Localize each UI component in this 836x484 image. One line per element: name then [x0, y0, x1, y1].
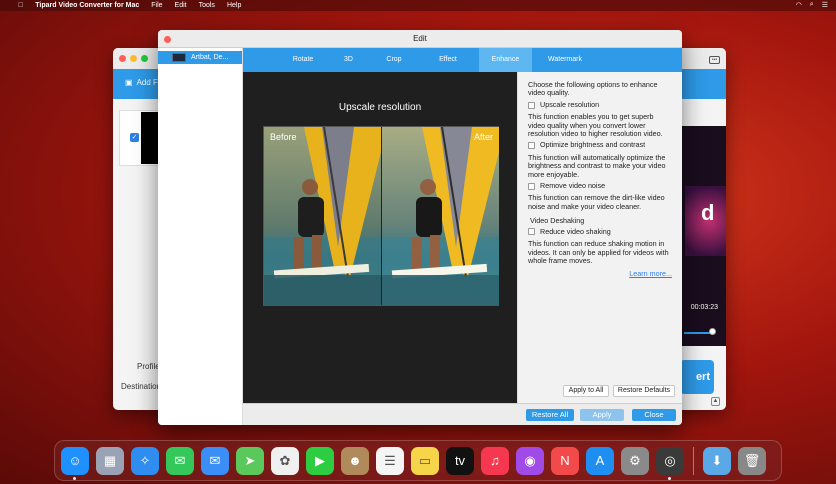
optimize-brightness-option[interactable]: Optimize brightness and contrast [528, 141, 672, 149]
optimize-brightness-checkbox[interactable] [528, 142, 535, 150]
notes-icon[interactable]: ▭ [411, 446, 439, 475]
video-converter-icon[interactable]: ◎ [656, 446, 684, 480]
menu-edit[interactable]: Edit [175, 2, 187, 9]
learn-more-link[interactable]: Learn more... [528, 269, 672, 278]
restore-all-button[interactable]: Restore All [526, 409, 574, 421]
upscale-resolution-desc: This function enables you to get superb … [528, 112, 663, 139]
safari-icon[interactable]: ✧ [131, 446, 159, 475]
menu-file[interactable]: File [151, 2, 162, 9]
remove-noise-label: Remove video noise [540, 181, 606, 191]
news-icon[interactable]: N [551, 446, 579, 475]
edit-file-item[interactable]: Artbat, De... [158, 51, 242, 64]
remove-noise-option[interactable]: Remove video noise [528, 181, 672, 191]
edit-file-label: Artbat, De... [191, 54, 229, 61]
zoom-window-button[interactable] [141, 55, 148, 62]
file-checkbox[interactable]: ✓ [130, 133, 139, 142]
tab-3d[interactable]: 3D [326, 48, 371, 72]
menu-tools[interactable]: Tools [199, 2, 215, 9]
file-thumbnail [172, 53, 186, 62]
destination-label: Destination [121, 382, 162, 391]
contacts-icon[interactable]: ☻ [341, 446, 369, 475]
wifi-icon[interactable]: ◠ [796, 1, 802, 9]
before-after-comparison: Before After [263, 126, 499, 306]
before-image: Before [264, 127, 381, 305]
convert-button[interactable]: ert [680, 360, 714, 394]
photos-icon[interactable]: ✿ [271, 446, 299, 475]
close-button[interactable]: Close [632, 409, 676, 421]
edit-tabs: Rotate 3D Crop Effect Enhance Watermark [243, 48, 682, 72]
edit-footer: Restore All Apply Close [243, 403, 682, 425]
stage-heading: Upscale resolution [338, 102, 422, 113]
facetime-icon[interactable]: ▶ [306, 446, 334, 475]
upscale-resolution-label: Upscale resolution [540, 99, 600, 109]
windsurfer-image-before [264, 127, 381, 305]
app-name-menu[interactable]: Tipard Video Converter for Mac [35, 2, 139, 9]
tab-rotate[interactable]: Rotate [280, 48, 326, 72]
upscale-resolution-checkbox[interactable] [528, 101, 535, 109]
launchpad-icon[interactable]: ▦ [96, 446, 124, 475]
apply-to-all-button[interactable]: Apply to All [563, 385, 609, 397]
tab-enhance[interactable]: Enhance [479, 48, 532, 72]
before-label: Before [270, 132, 297, 142]
dock-separator [693, 446, 694, 475]
podcasts-icon[interactable]: ◉ [516, 446, 544, 475]
preview-slider-knob[interactable] [709, 328, 716, 335]
after-label: After [473, 132, 493, 142]
reduce-shaking-desc: This function can reduce shaking motion … [528, 239, 669, 265]
menu-bar:  Tipard Video Converter for Mac File Ed… [0, 0, 836, 11]
tab-effect[interactable]: Effect [417, 48, 479, 72]
after-image: After [382, 127, 499, 305]
add-files-label: Add F [136, 78, 158, 87]
preview-pane: d [681, 126, 726, 346]
remove-noise-checkbox[interactable] [528, 182, 535, 190]
tab-watermark[interactable]: Watermark [532, 48, 598, 72]
app-store-icon[interactable]: A [586, 446, 614, 475]
profile-label: Profile [137, 362, 160, 371]
preview-stage: Upscale resolution Before After [243, 72, 517, 403]
music-icon[interactable]: ♫ [481, 446, 509, 475]
apple-tv-icon[interactable]: tv [446, 446, 474, 475]
control-center-icon[interactable]: ☰ [822, 1, 828, 9]
edit-window: Edit Artbat, De... Rotate 3D Crop Effect… [158, 30, 682, 425]
messages-icon[interactable]: ✉ [166, 446, 194, 475]
maps-icon[interactable]: ➤ [236, 446, 264, 475]
mail-icon[interactable]: ✉ [201, 446, 229, 475]
remove-noise-desc: This function can remove the dirt-like v… [528, 193, 665, 211]
edit-file-list: Artbat, De... [158, 48, 243, 425]
reminders-icon[interactable]: ☰ [376, 446, 404, 475]
search-icon[interactable]: ⌕ [810, 1, 814, 9]
upscale-resolution-option[interactable]: Upscale resolution [528, 99, 672, 109]
add-file-icon: ▣ [125, 78, 133, 87]
scroll-up-icon[interactable]: ▲ [711, 397, 720, 406]
preview-text: d [701, 200, 715, 225]
enhance-intro: Choose the following options to enhance … [528, 80, 658, 98]
windsurfer-image-after [382, 127, 499, 305]
system-preferences-icon[interactable]: ⚙ [621, 446, 649, 475]
menu-help[interactable]: Help [227, 2, 241, 9]
optimize-brightness-desc: This function will automatically optimiz… [528, 152, 666, 179]
restore-defaults-button[interactable]: Restore Defaults [613, 385, 675, 397]
enhance-options-panel: Choose the following options to enhance … [517, 72, 682, 403]
close-window-button[interactable] [119, 55, 126, 62]
reduce-shaking-option[interactable]: Reduce video shaking [528, 226, 672, 236]
apply-button[interactable]: Apply [580, 409, 624, 421]
downloads-folder-icon[interactable]: ⬇ [703, 446, 731, 475]
add-files-button[interactable]: ▣ Add F [125, 78, 158, 87]
video-deshaking-heading: Video Deshaking [530, 216, 585, 226]
optimize-brightness-label: Optimize brightness and contrast [540, 140, 646, 150]
reduce-shaking-checkbox[interactable] [528, 228, 535, 236]
dock: ☺ ▦ ✧ ✉ ✉ ➤ ✿ ▶ ☻ ☰ ▭ tv ♫ ◉ N A ⚙ ◎ ⬇ 🗑 [54, 440, 782, 481]
minimize-window-button[interactable] [130, 55, 137, 62]
reduce-shaking-label: Reduce video shaking [540, 226, 611, 236]
message-icon[interactable]: ••• [709, 56, 720, 64]
tab-crop[interactable]: Crop [371, 48, 417, 72]
preview-time: 00:03:23 [690, 304, 718, 311]
finder-icon[interactable]: ☺ [61, 446, 89, 480]
trash-icon[interactable]: 🗑 [738, 446, 766, 475]
apple-icon[interactable]:  [18, 2, 23, 9]
close-edit-window-button[interactable] [164, 36, 171, 43]
edit-window-title: Edit [158, 30, 682, 48]
